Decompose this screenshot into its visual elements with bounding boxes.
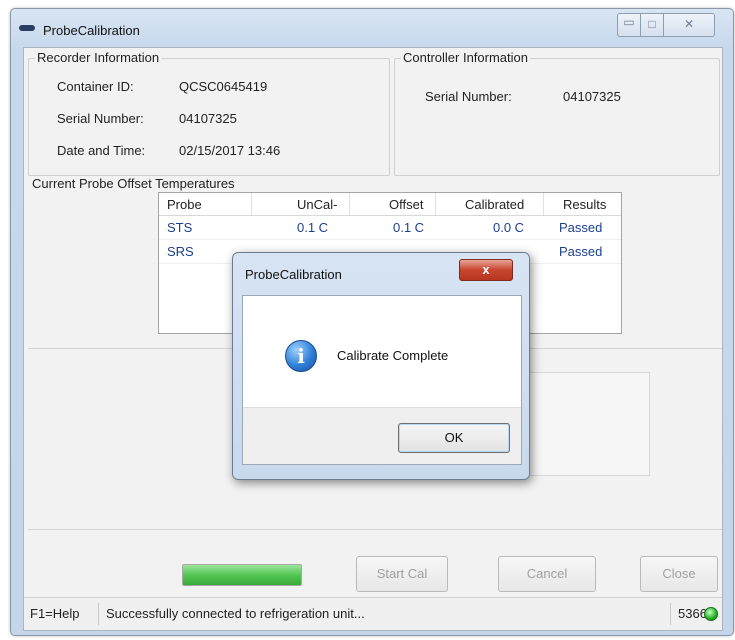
start-cal-button[interactable]: Start Cal [356, 556, 448, 592]
help-hint: F1=Help [30, 606, 80, 621]
info-icon: i [285, 340, 317, 372]
cell-uncal: 0.1 C [297, 220, 329, 235]
recorder-serial-label: Serial Number: [57, 111, 144, 126]
dialog-close-button[interactable]: x [459, 259, 513, 281]
minimize-button[interactable]: ▭ [617, 13, 641, 37]
controller-serial-value: 04107325 [563, 89, 621, 104]
status-message: Successfully connected to refrigeration … [106, 606, 365, 621]
cancel-button[interactable]: Cancel [498, 556, 596, 592]
cell-offset: 0.1 C [393, 220, 425, 235]
progress-fill [183, 565, 301, 585]
column-header-results[interactable]: Results [563, 197, 606, 212]
controller-info-label: Controller Information [401, 50, 530, 65]
recorder-info-label: Recorder Information [35, 50, 162, 65]
dialog-title: ProbeCalibration [245, 267, 342, 282]
cell-probe: SRS [167, 244, 194, 259]
port-number: 5366 [678, 606, 707, 621]
cell-probe: STS [167, 220, 193, 235]
column-divider[interactable] [251, 193, 252, 215]
container-id-label: Container ID: [57, 79, 134, 94]
title-bar[interactable]: ProbeCalibration ▭ □ ✕ [11, 9, 733, 43]
column-header-offset[interactable]: Offset [389, 197, 423, 212]
maximize-icon: □ [648, 17, 656, 31]
container-id-value: QCSC0645419 [179, 79, 268, 94]
ok-button[interactable]: OK [398, 423, 510, 453]
datetime-label: Date and Time: [57, 143, 146, 158]
dialog-body: i Calibrate Complete OK [242, 295, 522, 465]
table-row[interactable]: STS 0.1 C 0.1 C 0.0 C Passed [159, 216, 621, 240]
datetime-value: 02/15/2017 13:46 [179, 143, 281, 158]
window-title: ProbeCalibration [43, 23, 140, 38]
close-icon: ✕ [683, 17, 695, 31]
column-header-calibrated[interactable]: Calibrated [465, 197, 524, 212]
column-divider[interactable] [435, 193, 436, 215]
minimize-icon: ▭ [623, 15, 635, 29]
close-button[interactable]: Close [640, 556, 718, 592]
cell-result: Passed [559, 244, 603, 259]
table-header: Probe UnCal- Offset Calibrated Results [159, 193, 621, 216]
close-window-button[interactable]: ✕ [663, 13, 715, 37]
probe-offsets-label: Current Probe Offset Temperatures [32, 176, 235, 191]
calibration-dialog: ProbeCalibration x i Calibrate Complete … [232, 252, 530, 480]
controller-info-group: Controller Information Serial Number: 04… [394, 50, 720, 176]
dialog-message: Calibrate Complete [337, 348, 449, 363]
app-icon [19, 25, 35, 31]
calibration-progress-bar [182, 564, 302, 586]
cell-calibrated: 0.0 C [493, 220, 525, 235]
controller-serial-label: Serial Number: [425, 89, 512, 104]
recorder-serial-value: 04107325 [179, 111, 237, 126]
dialog-footer: OK [243, 407, 521, 464]
maximize-button[interactable]: □ [640, 13, 664, 37]
cell-result: Passed [559, 220, 603, 235]
status-divider [98, 603, 99, 625]
recorder-info-group: Recorder Information Container ID: QCSC0… [28, 50, 390, 176]
status-bar: F1=Help Successfully connected to refrig… [24, 597, 722, 630]
column-divider[interactable] [349, 193, 350, 215]
column-header-probe[interactable]: Probe [167, 197, 202, 212]
status-divider [670, 603, 671, 625]
column-divider[interactable] [543, 193, 544, 215]
column-header-uncal[interactable]: UnCal- [297, 197, 337, 212]
connection-led-icon [704, 607, 718, 621]
